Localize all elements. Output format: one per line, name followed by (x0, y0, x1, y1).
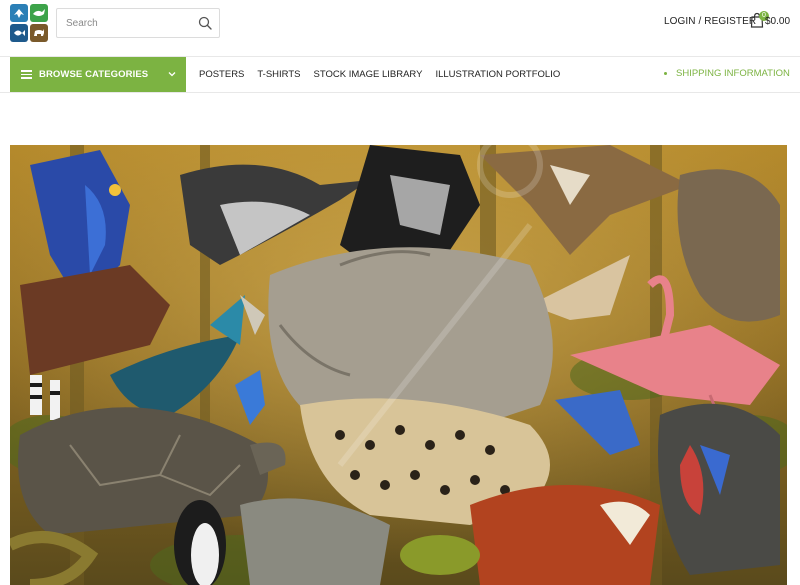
wildlife-collage-illustration (10, 145, 787, 585)
nav-link-posters[interactable]: POSTERS (199, 69, 244, 80)
nav-link-t-shirts[interactable]: T-SHIRTS (257, 69, 300, 80)
shipping-information-label: SHIPPING INFORMATION (676, 68, 790, 79)
shipping-information-link[interactable]: SHIPPING INFORMATION (664, 68, 790, 79)
browse-categories-button[interactable]: BROWSE CATEGORIES (10, 57, 186, 92)
search-input[interactable] (57, 9, 195, 37)
whale-icon (30, 4, 48, 22)
hero-image[interactable] (10, 145, 787, 585)
bullet-dot (664, 71, 667, 75)
search-box (56, 8, 220, 38)
cart-total[interactable]: $0.00 (765, 16, 790, 27)
bird-icon (10, 4, 28, 22)
nav-link-stock-image-library[interactable]: STOCK IMAGE LIBRARY (314, 69, 423, 80)
nav-links: POSTERS T-SHIRTS STOCK IMAGE LIBRARY ILL… (199, 69, 560, 80)
browse-categories-label: BROWSE CATEGORIES (39, 69, 149, 80)
fish-icon (10, 24, 28, 42)
chevron-down-icon (168, 72, 176, 77)
login-register-link[interactable]: LOGIN / REGISTER (664, 16, 756, 27)
rhino-icon (30, 24, 48, 42)
site-logo[interactable] (10, 4, 48, 42)
nav-link-illustration-portfolio[interactable]: ILLUSTRATION PORTFOLIO (435, 69, 560, 80)
search-icon[interactable] (198, 16, 212, 30)
header: LOGIN / REGISTER 0 $0.00 (0, 0, 800, 56)
hamburger-icon (21, 70, 32, 79)
